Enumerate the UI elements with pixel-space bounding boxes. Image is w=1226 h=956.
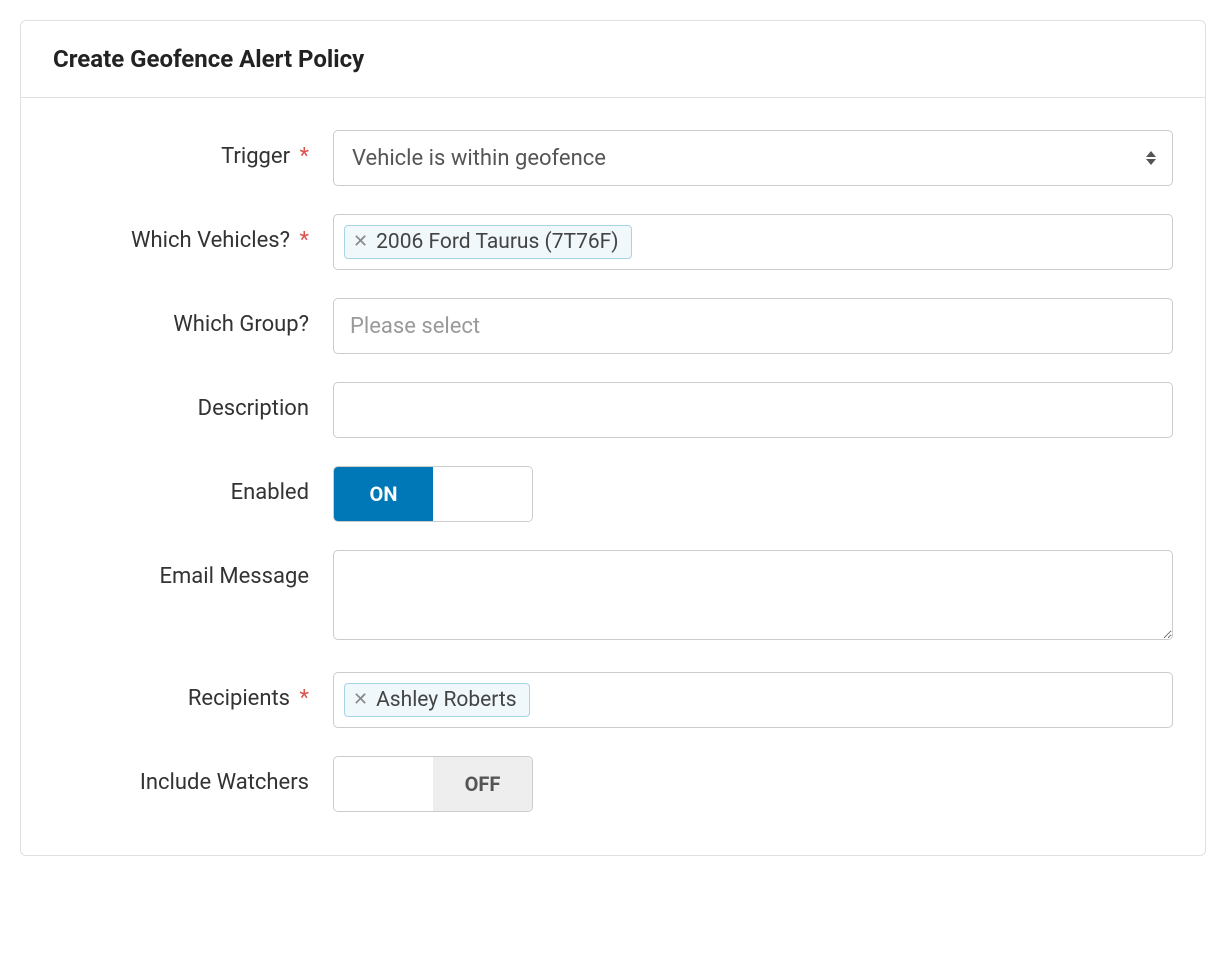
include-watchers-label: Include Watchers (53, 756, 333, 795)
trigger-control-wrap: Vehicle is within geofence (333, 130, 1173, 186)
description-label: Description (53, 382, 333, 421)
group-placeholder: Please select (344, 314, 480, 339)
toggle-on-label (334, 757, 433, 811)
description-control-wrap (333, 382, 1173, 438)
recipients-row: Recipients * ✕ Ashley Roberts (53, 672, 1173, 728)
include-watchers-toggle[interactable]: OFF (333, 756, 533, 812)
group-label: Which Group? (53, 298, 333, 337)
trigger-row: Trigger * Vehicle is within geofence (53, 130, 1173, 186)
include-watchers-label-text: Include Watchers (140, 770, 309, 795)
recipient-tag-label: Ashley Roberts (376, 688, 517, 712)
email-message-row: Email Message (53, 550, 1173, 644)
trigger-label-text: Trigger (221, 144, 290, 169)
vehicle-tag: ✕ 2006 Ford Taurus (7T76F) (344, 225, 632, 259)
select-caret-icon (1146, 151, 1156, 165)
trigger-select-value: Vehicle is within geofence (352, 146, 606, 171)
description-input[interactable] (333, 382, 1173, 438)
required-mark: * (300, 686, 309, 711)
vehicles-label-text: Which Vehicles? (131, 228, 290, 253)
remove-tag-icon[interactable]: ✕ (353, 233, 368, 251)
panel-header: Create Geofence Alert Policy (21, 21, 1205, 98)
include-watchers-control-wrap: OFF (333, 756, 1173, 815)
vehicles-control-wrap: ✕ 2006 Ford Taurus (7T76F) (333, 214, 1173, 270)
group-row: Which Group? Please select (53, 298, 1173, 354)
include-watchers-row: Include Watchers OFF (53, 756, 1173, 815)
trigger-select[interactable]: Vehicle is within geofence (333, 130, 1173, 186)
vehicle-tag-label: 2006 Ford Taurus (7T76F) (376, 230, 619, 254)
required-mark: * (300, 144, 309, 169)
recipients-control-wrap: ✕ Ashley Roberts (333, 672, 1173, 728)
vehicles-row: Which Vehicles? * ✕ 2006 Ford Taurus (7T… (53, 214, 1173, 270)
enabled-control-wrap: ON (333, 466, 1173, 522)
toggle-off-label: OFF (433, 757, 532, 811)
toggle-off-label (433, 467, 532, 521)
description-row: Description (53, 382, 1173, 438)
group-control-wrap: Please select (333, 298, 1173, 354)
create-geofence-alert-policy-panel: Create Geofence Alert Policy Trigger * V… (20, 20, 1206, 856)
enabled-label-text: Enabled (231, 480, 309, 505)
email-message-textarea[interactable] (333, 550, 1173, 640)
enabled-toggle[interactable]: ON (333, 466, 533, 522)
toggle-on-label: ON (334, 467, 433, 521)
recipients-label: Recipients * (53, 672, 333, 711)
description-label-text: Description (198, 396, 309, 421)
recipients-tag-input[interactable]: ✕ Ashley Roberts (333, 672, 1173, 728)
enabled-label: Enabled (53, 466, 333, 505)
remove-tag-icon[interactable]: ✕ (353, 691, 368, 709)
enabled-row: Enabled ON (53, 466, 1173, 522)
email-message-label-text: Email Message (160, 564, 310, 589)
vehicles-tag-input[interactable]: ✕ 2006 Ford Taurus (7T76F) (333, 214, 1173, 270)
recipient-tag: ✕ Ashley Roberts (344, 683, 530, 717)
required-mark: * (300, 228, 309, 253)
panel-title: Create Geofence Alert Policy (53, 45, 1173, 73)
group-select[interactable]: Please select (333, 298, 1173, 354)
vehicles-label: Which Vehicles? * (53, 214, 333, 253)
trigger-label: Trigger * (53, 130, 333, 169)
email-message-label: Email Message (53, 550, 333, 589)
email-message-control-wrap (333, 550, 1173, 644)
group-label-text: Which Group? (173, 312, 309, 337)
panel-body: Trigger * Vehicle is within geofence Whi… (21, 98, 1205, 855)
recipients-label-text: Recipients (188, 686, 290, 711)
